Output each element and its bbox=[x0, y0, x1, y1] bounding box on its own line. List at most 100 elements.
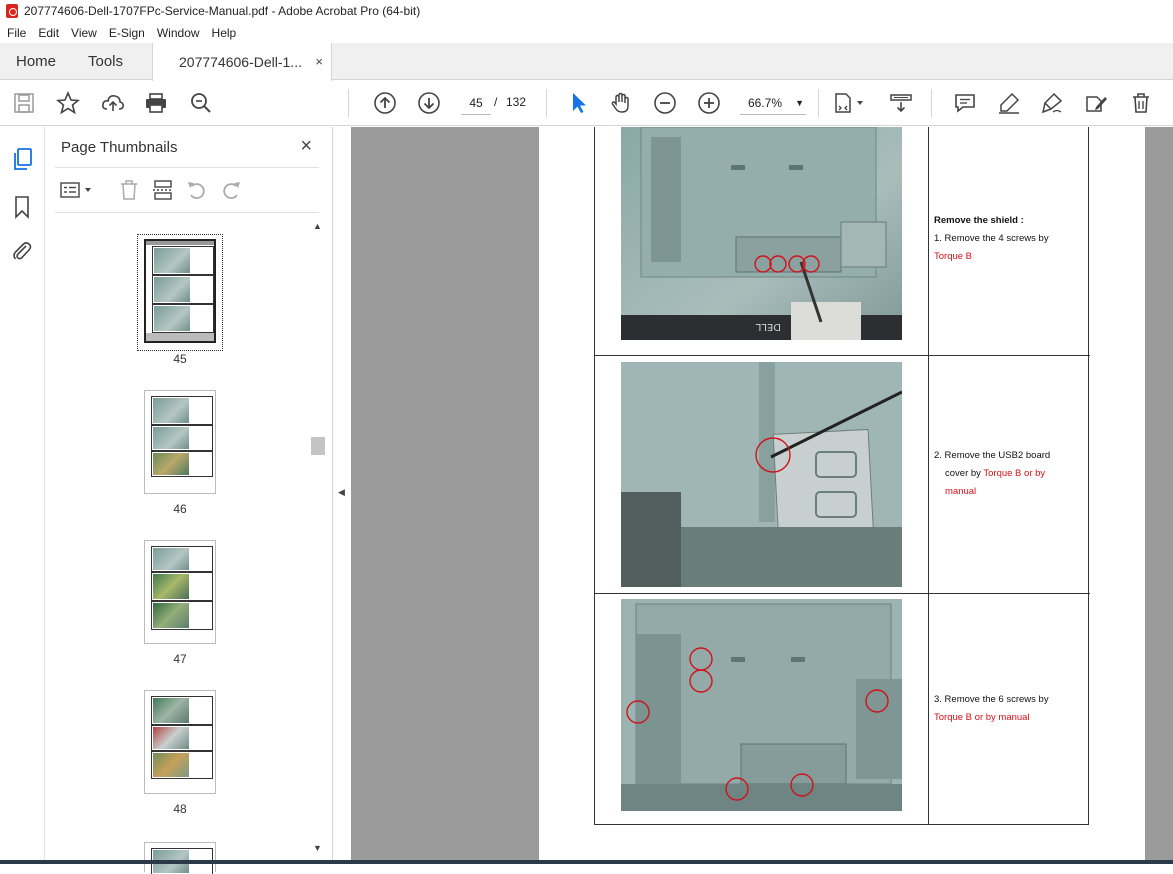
svg-text:DELL: DELL bbox=[755, 321, 781, 332]
zoom-level-select[interactable]: 66.7% ▼ bbox=[740, 91, 806, 115]
upload-icon[interactable] bbox=[101, 91, 125, 115]
insert-page-icon[interactable] bbox=[151, 179, 175, 204]
menu-edit[interactable]: Edit bbox=[38, 26, 59, 40]
thumbnail-label: 48 bbox=[173, 802, 187, 816]
zoom-search-icon[interactable] bbox=[189, 91, 213, 115]
thumbnail-row bbox=[151, 572, 213, 601]
chevron-down-icon: ▼ bbox=[795, 98, 804, 108]
select-cursor-icon[interactable] bbox=[566, 91, 590, 115]
main-toolbar: 45 / 132 66.7% ▼ bbox=[0, 81, 1173, 126]
tab-bar: Home Tools 207774606-Dell-1... × bbox=[0, 43, 1173, 81]
thumbnail-row bbox=[151, 546, 213, 572]
fit-page-icon[interactable] bbox=[832, 91, 866, 115]
panel-divider bbox=[55, 212, 319, 213]
toolbar-divider bbox=[818, 89, 819, 117]
table-divider bbox=[595, 593, 1090, 594]
rotate-left-icon[interactable] bbox=[185, 179, 209, 204]
star-icon[interactable] bbox=[56, 91, 80, 115]
step-2-photo bbox=[621, 362, 902, 587]
window-title: 207774606-Dell-1707FPc-Service-Manual.pd… bbox=[24, 4, 421, 18]
page-thumbnail-48[interactable] bbox=[144, 690, 216, 794]
menu-file[interactable]: File bbox=[7, 26, 26, 40]
print-icon[interactable] bbox=[144, 91, 168, 115]
scroll-up-icon[interactable]: ▲ bbox=[313, 221, 322, 231]
thumbnail-options-icon[interactable] bbox=[59, 179, 99, 204]
menu-esign[interactable]: E-Sign bbox=[109, 26, 145, 40]
step-line: cover by bbox=[945, 468, 981, 479]
page-thumbnail-49[interactable] bbox=[144, 842, 216, 874]
table-divider bbox=[595, 355, 1090, 356]
menu-help[interactable]: Help bbox=[212, 26, 237, 40]
rotate-right-icon[interactable] bbox=[219, 179, 243, 204]
bookmark-icon[interactable] bbox=[13, 195, 31, 222]
thumbnail-photo bbox=[153, 548, 189, 570]
thumbnail-photo bbox=[153, 698, 189, 723]
tab-tools[interactable]: Tools bbox=[88, 53, 123, 70]
thumbnail-row bbox=[151, 751, 213, 779]
step-line: 3. Remove the 6 screws by bbox=[934, 694, 1049, 705]
zoom-out-icon[interactable] bbox=[653, 91, 677, 115]
thumbnail-row bbox=[151, 601, 213, 630]
step-line: 2. Remove the USB2 board bbox=[934, 450, 1051, 461]
page-thumbnails-icon[interactable] bbox=[12, 147, 34, 174]
thumbnail-photo bbox=[153, 603, 189, 628]
sign-icon[interactable] bbox=[1040, 91, 1064, 115]
menu-view[interactable]: View bbox=[71, 26, 97, 40]
taskbar-edge bbox=[0, 860, 1173, 864]
attachment-icon[interactable] bbox=[11, 239, 33, 266]
page-thumbnail-45[interactable] bbox=[144, 239, 216, 343]
menu-bar: File Edit View E-Sign Window Help bbox=[0, 22, 1173, 43]
thumbnail-label: 46 bbox=[173, 502, 187, 516]
thumbnail-row bbox=[151, 725, 213, 751]
page-thumbnail-46[interactable] bbox=[144, 390, 216, 494]
save-icon[interactable] bbox=[12, 91, 36, 115]
scroll-down-icon[interactable]: ▼ bbox=[313, 843, 322, 853]
page-up-icon[interactable] bbox=[373, 91, 397, 115]
tab-close-icon[interactable]: × bbox=[315, 54, 323, 69]
highlight-icon[interactable] bbox=[997, 91, 1021, 115]
left-rail bbox=[0, 127, 45, 864]
step-1-photo: DELL bbox=[621, 127, 902, 340]
collapse-arrow-icon: ◀ bbox=[338, 487, 345, 497]
panel-close-icon[interactable]: × bbox=[300, 135, 312, 158]
page-total: 132 bbox=[506, 95, 527, 109]
tab-document-label: 207774606-Dell-1... bbox=[179, 54, 302, 70]
document-viewer: DELL Remove the shield: 1. Remove the 4… bbox=[351, 127, 1173, 864]
pdf-page: DELL Remove the shield: 1. Remove the 4… bbox=[539, 127, 1145, 864]
menu-window[interactable]: Window bbox=[157, 26, 200, 40]
zoom-in-icon[interactable] bbox=[697, 91, 721, 115]
panel-collapse-handle[interactable]: ◀ bbox=[333, 127, 351, 864]
toolbar-divider bbox=[931, 89, 932, 117]
step-torque-note: manual bbox=[945, 486, 977, 497]
thumbnail-band bbox=[146, 333, 214, 341]
thumbnail-photo bbox=[153, 453, 189, 475]
page-number-input[interactable]: 45 bbox=[461, 91, 491, 115]
page-down-icon[interactable] bbox=[417, 91, 441, 115]
thumbnail-photo bbox=[153, 574, 189, 599]
delete-icon[interactable] bbox=[1129, 91, 1153, 115]
thumbnail-label: 47 bbox=[173, 652, 187, 666]
page-thumbnail-47[interactable] bbox=[144, 540, 216, 644]
tab-home[interactable]: Home bbox=[16, 53, 56, 70]
toolbar-divider bbox=[348, 89, 349, 117]
comment-icon[interactable] bbox=[953, 91, 977, 115]
thumbnail-photo bbox=[153, 398, 189, 423]
thumbnail-photo bbox=[153, 753, 189, 777]
scroll-mode-icon[interactable] bbox=[889, 91, 913, 115]
step-heading: Remove the shield : bbox=[934, 215, 1024, 226]
thumbnail-row bbox=[151, 451, 213, 477]
toolbar-divider bbox=[546, 89, 547, 117]
step-line-continued: cover by Torque B or by bbox=[934, 465, 1084, 483]
step-torque-note: Torque B or by manual bbox=[934, 712, 1030, 723]
panel-divider bbox=[55, 167, 319, 168]
delete-page-icon[interactable] bbox=[117, 179, 141, 204]
step-torque-note: Torque B or by bbox=[983, 468, 1046, 479]
step-2-text: 2. Remove the USB2 board cover by Torque… bbox=[934, 447, 1084, 501]
edit-icon[interactable] bbox=[1084, 91, 1108, 115]
step-1-text: Remove the shield : 1. Remove the 4 scre… bbox=[934, 212, 1084, 266]
title-bar: 207774606-Dell-1707FPc-Service-Manual.pd… bbox=[0, 0, 1173, 22]
tab-document[interactable]: 207774606-Dell-1... × bbox=[152, 43, 332, 81]
thumbnail-band bbox=[146, 241, 214, 245]
hand-icon[interactable] bbox=[609, 91, 633, 115]
panel-scrollbar-thumb[interactable] bbox=[311, 437, 325, 455]
